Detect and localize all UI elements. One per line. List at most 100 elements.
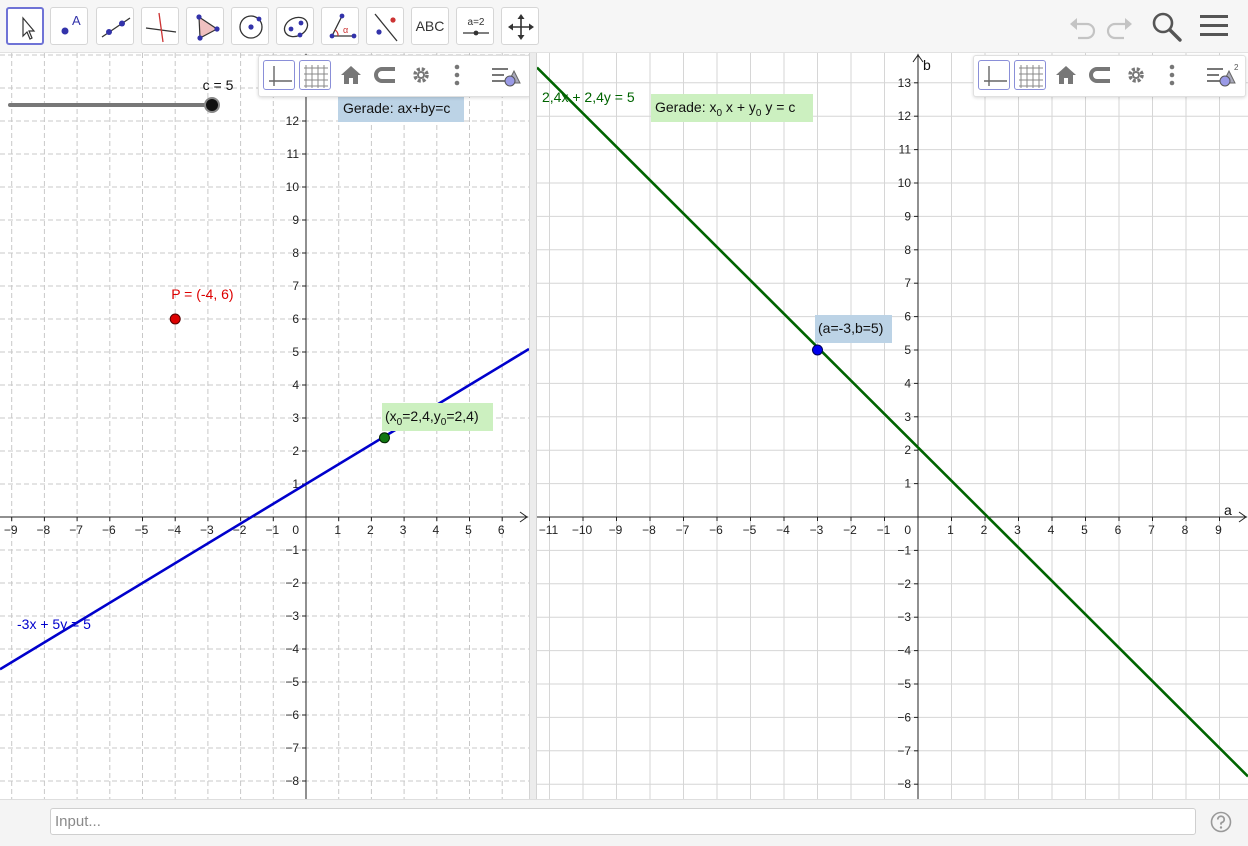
redo-icon[interactable] bbox=[1104, 10, 1136, 42]
y-tick-label: −5 bbox=[897, 677, 911, 691]
help-icon[interactable] bbox=[1210, 811, 1232, 833]
style-bar-1 bbox=[258, 55, 529, 97]
y-tick-label: −7 bbox=[897, 744, 911, 758]
view-menu-button[interactable] bbox=[489, 60, 521, 90]
toolbar: A α ABC a=2 bbox=[0, 0, 1248, 53]
y-tick-label: −6 bbox=[285, 708, 299, 722]
more-options-button[interactable] bbox=[1156, 60, 1188, 90]
x-tick-label: −6 bbox=[709, 523, 723, 537]
slider-tool-button[interactable]: a=2 bbox=[456, 7, 494, 45]
y-tick-label: 2 bbox=[904, 443, 911, 457]
point-x0-y0[interactable] bbox=[378, 432, 390, 444]
y-tick-label: 12 bbox=[898, 109, 912, 123]
more-vertical-icon bbox=[454, 64, 460, 86]
reflect-tool-button[interactable] bbox=[366, 7, 404, 45]
x-tick-label: −5 bbox=[135, 523, 149, 537]
y-tick-label: 4 bbox=[904, 376, 911, 390]
conic-tool-icon bbox=[283, 16, 309, 38]
menu-icon[interactable] bbox=[1198, 10, 1230, 42]
y-tick-label: −1 bbox=[897, 543, 911, 557]
toggle-axes-button[interactable] bbox=[263, 60, 295, 90]
toggle-grid-button[interactable] bbox=[1014, 60, 1046, 90]
x-tick-label: −1 bbox=[877, 523, 891, 537]
slider-knob[interactable] bbox=[204, 97, 220, 113]
tick-labels: −9 −8 −7 −6 −5 −4 −3 −2 −1 1 2 3 4 5 6−8−7−6−5−4−3−2−1… bbox=[4, 81, 505, 788]
home-view-button[interactable] bbox=[1050, 60, 1082, 90]
y-tick-label: 13 bbox=[898, 76, 912, 90]
magnet-icon bbox=[374, 67, 395, 83]
y-tick-label: 9 bbox=[904, 209, 911, 223]
settings-button[interactable] bbox=[1120, 60, 1152, 90]
y-tick-label: 8 bbox=[904, 243, 911, 257]
search-icon[interactable] bbox=[1150, 10, 1184, 44]
circle-tool-button[interactable] bbox=[231, 7, 269, 45]
slider-label: c = 5 bbox=[203, 77, 234, 93]
view-menu-button[interactable]: 2 bbox=[1204, 60, 1239, 90]
graphics-view-1[interactable]: −9 −8 −7 −6 −5 −4 −3 −2 −1 1 2 3 4 5 6 −8 −7 −6 −5 −4 −3 −2 −1… bbox=[0, 53, 529, 799]
more-options-button[interactable] bbox=[441, 60, 473, 90]
x-tick-label: 5 bbox=[465, 523, 472, 537]
x-tick-label: 3 bbox=[400, 523, 407, 537]
x-tick-label: 6 bbox=[1115, 523, 1122, 537]
x-axis-label: a bbox=[1224, 502, 1232, 518]
toggle-grid-button[interactable] bbox=[299, 60, 331, 90]
title-box-part: y = c bbox=[761, 99, 795, 115]
y-tick-label: 3 bbox=[904, 410, 911, 424]
x-tick-label: 7 bbox=[1148, 523, 1155, 537]
toggle-axes-button[interactable] bbox=[978, 60, 1010, 90]
svg-text:2: 2 bbox=[1234, 63, 1239, 72]
perpendicular-tool-button[interactable] bbox=[141, 7, 179, 45]
line-h[interactable] bbox=[537, 66, 1248, 778]
view-divider[interactable] bbox=[529, 53, 537, 799]
gear-icon bbox=[413, 67, 429, 83]
slider-tool-label: a=2 bbox=[468, 17, 485, 28]
point-tool-button[interactable]: A bbox=[50, 7, 88, 45]
y-tick-label: 5 bbox=[292, 345, 299, 359]
settings-button[interactable] bbox=[405, 60, 437, 90]
y-tick-label: −3 bbox=[285, 609, 299, 623]
graphics-2-canvas[interactable]: −11 −10 −9 −8 −7 −6 −5 −4 −3 −2 −1 1 2 3 4 5 6 7 8 9−8−7−6−… bbox=[537, 53, 1248, 799]
circle-tool-icon bbox=[239, 15, 263, 39]
y-tick-label: 5 bbox=[904, 343, 911, 357]
y-tick-label: 10 bbox=[898, 176, 912, 190]
point-p[interactable] bbox=[169, 313, 181, 325]
y-tick-label: 12 bbox=[286, 114, 300, 128]
conic-tool-button[interactable] bbox=[276, 7, 314, 45]
slider-c[interactable]: c = 5 bbox=[8, 77, 234, 113]
move-tool-button[interactable] bbox=[6, 7, 44, 45]
x-tick-label: −8 bbox=[37, 523, 51, 537]
home-view-button[interactable] bbox=[335, 60, 367, 90]
polygon-tool-button[interactable] bbox=[186, 7, 224, 45]
graphics-view-menu-icon bbox=[492, 68, 521, 87]
y-tick-label: 1 bbox=[904, 477, 911, 491]
home-icon bbox=[1056, 66, 1076, 84]
y-tick-label: −7 bbox=[285, 741, 299, 755]
y-tick-label: −8 bbox=[897, 777, 911, 791]
point-capturing-button[interactable] bbox=[1084, 60, 1116, 90]
y-tick-label: −2 bbox=[285, 576, 299, 590]
title-box-part: x + y bbox=[722, 99, 756, 115]
y-tick-label: 3 bbox=[292, 411, 299, 425]
x-tick-label: −3 bbox=[200, 523, 214, 537]
y-tick-label: 7 bbox=[904, 276, 911, 290]
move-tool-icon bbox=[22, 16, 36, 40]
undo-icon[interactable] bbox=[1066, 10, 1098, 42]
point-xy-label-part: =2,4,y bbox=[402, 408, 441, 424]
move-view-tool-button[interactable] bbox=[501, 7, 539, 45]
graphics-view-2[interactable]: −11 −10 −9 −8 −7 −6 −5 −4 −3 −2 −1 1 2 3 4 5 6 7 8 9 −8 −7 −6−… bbox=[537, 53, 1248, 799]
text-tool-button[interactable]: ABC bbox=[411, 7, 449, 45]
reflect-tool-icon bbox=[374, 13, 398, 42]
y-tick-label: 2 bbox=[292, 444, 299, 458]
algebra-input[interactable] bbox=[50, 808, 1196, 835]
point-capturing-button[interactable] bbox=[369, 60, 401, 90]
graphics-1-canvas[interactable]: −9 −8 −7 −6 −5 −4 −3 −2 −1 1 2 3 4 5 6−8−7−6−5−4−3−2−1… bbox=[0, 53, 529, 799]
x-tick-label: 3 bbox=[1014, 523, 1021, 537]
point-ab[interactable] bbox=[812, 344, 823, 356]
y-tick-label: 9 bbox=[292, 213, 299, 227]
line-tool-button[interactable] bbox=[96, 7, 134, 45]
angle-tool-button[interactable]: α bbox=[321, 7, 359, 45]
text-tool-icon: ABC bbox=[415, 18, 445, 34]
x-tick-label: −9 bbox=[4, 523, 18, 537]
y-tick-label: −1 bbox=[285, 543, 299, 557]
x-tick-label: 4 bbox=[1048, 523, 1055, 537]
